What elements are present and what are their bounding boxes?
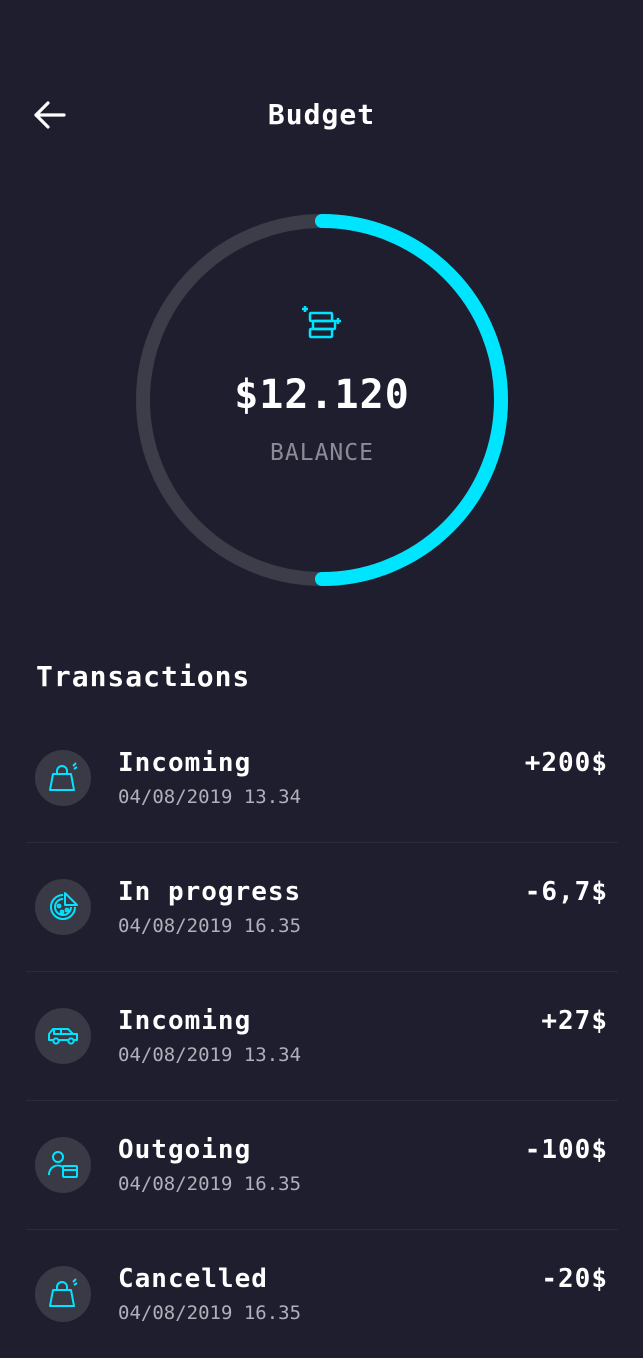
balance-panel: $12.120 BALANCE	[128, 206, 516, 594]
shopping-bag-icon	[49, 1278, 78, 1307]
car-icon	[48, 1028, 78, 1045]
balance-amount: $12.120	[234, 372, 410, 418]
transaction-date: 04/08/2019 16.35	[118, 1302, 302, 1324]
transaction-list: Incoming 04/08/2019 13.34 +200$ In progr…	[26, 714, 618, 1358]
transaction-row[interactable]: Incoming 04/08/2019 13.34 +27$	[26, 972, 618, 1101]
transaction-icon	[35, 1137, 91, 1193]
person-card-icon	[48, 1151, 78, 1178]
transaction-status: In progress	[118, 877, 302, 907]
page-title: Budget	[267, 98, 376, 131]
transaction-amount: -100$	[524, 1135, 608, 1165]
balance-ring: $12.120 BALANCE	[128, 206, 516, 594]
shopping-bag-icon	[49, 762, 78, 791]
transaction-icon	[35, 750, 91, 806]
transaction-date: 04/08/2019 13.34	[118, 1044, 302, 1066]
transaction-row[interactable]: Incoming 04/08/2019 13.34 +200$	[26, 714, 618, 843]
balance-label: BALANCE	[270, 440, 374, 466]
header: Budget	[0, 80, 643, 150]
transaction-date: 04/08/2019 16.35	[118, 915, 302, 937]
transaction-icon	[35, 1008, 91, 1064]
transaction-amount: +200$	[524, 748, 608, 778]
pizza-icon	[50, 892, 78, 920]
transaction-row[interactable]: Cancelled 04/08/2019 16.35 -20$	[26, 1230, 618, 1358]
transaction-amount: +27$	[541, 1006, 608, 1036]
transaction-icon	[35, 1266, 91, 1322]
transaction-date: 04/08/2019 13.34	[118, 786, 302, 808]
transaction-status: Incoming	[118, 748, 252, 778]
transaction-date: 04/08/2019 16.35	[118, 1173, 302, 1195]
transaction-row[interactable]: In progress 04/08/2019 16.35 -6,7$	[26, 843, 618, 972]
transaction-status: Outgoing	[118, 1135, 252, 1165]
wallet-stack-icon	[302, 306, 341, 339]
transactions-title: Transactions	[36, 660, 251, 693]
transaction-status: Incoming	[118, 1006, 252, 1036]
transaction-status: Cancelled	[118, 1264, 268, 1294]
transaction-icon	[35, 879, 91, 935]
transaction-row[interactable]: Outgoing 04/08/2019 16.35 -100$	[26, 1101, 618, 1230]
transaction-amount: -6,7$	[524, 877, 608, 907]
transaction-amount: -20$	[541, 1264, 608, 1294]
